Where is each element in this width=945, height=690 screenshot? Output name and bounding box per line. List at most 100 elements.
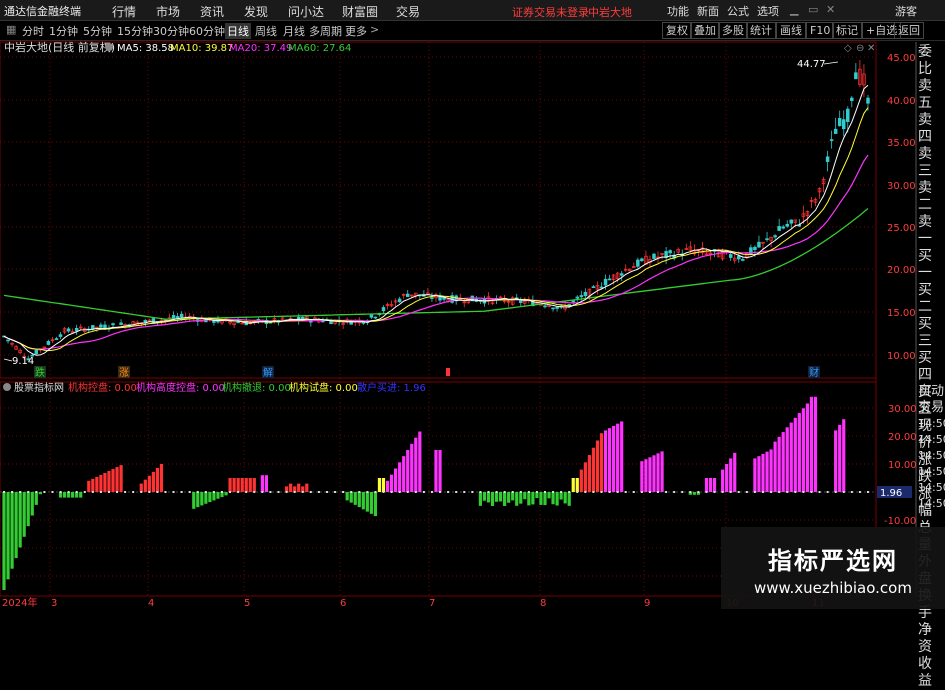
menu-trade[interactable]: 交易: [396, 3, 420, 20]
ma20-line: [3, 154, 869, 350]
candle-body: [640, 258, 644, 262]
sidebar-item[interactable]: 自动: [918, 384, 945, 400]
event-flag[interactable]: [446, 368, 450, 376]
indicator-bar: [345, 492, 349, 501]
settings-dot-icon[interactable]: [3, 383, 11, 391]
sidebar-item[interactable]: 买四: [918, 350, 945, 384]
menu-function[interactable]: 功能: [667, 3, 689, 19]
tab-daily[interactable]: 日线: [225, 23, 251, 39]
indicator-bar: [224, 492, 228, 496]
menu-wealth[interactable]: 财富圈: [342, 3, 378, 20]
close-panel-icon[interactable]: ✕: [867, 43, 875, 54]
indicator-bar: [410, 443, 414, 492]
menu-formula[interactable]: 公式: [727, 3, 749, 19]
sidebar-item[interactable]: 委比: [918, 44, 945, 78]
sidebar-item[interactable]: 买三: [918, 316, 945, 350]
sidebar-item[interactable]: 买二: [918, 282, 945, 316]
candle-body: [551, 307, 555, 310]
menu-discover[interactable]: 发现: [244, 3, 268, 20]
tab-intraday[interactable]: 分时: [20, 23, 46, 39]
candle-body: [143, 320, 148, 323]
tab-15min[interactable]: 15分钟: [115, 23, 155, 39]
stats-button[interactable]: 统计: [746, 22, 776, 39]
indicator-bar: [583, 462, 587, 492]
sidebar-item[interactable]: 买一: [918, 248, 945, 282]
sidebar-item[interactable]: 卖四: [918, 112, 945, 146]
price-tick: 15.00: [887, 308, 916, 319]
restore-icon[interactable]: ▭: [808, 3, 818, 16]
overlay-button[interactable]: 叠加: [690, 22, 720, 39]
indicator-bar: [652, 455, 656, 492]
sidebar-item[interactable]: 卖三: [918, 146, 945, 180]
indicator-bar: [648, 457, 652, 492]
kline-chart[interactable]: 中岩大地(日线 前复权) MA5: 38.58 MA10: 39.87 MA20…: [0, 40, 945, 609]
menu-news[interactable]: 资讯: [200, 3, 224, 20]
menu-layout[interactable]: 新面: [697, 3, 719, 19]
indicator-bar: [216, 492, 220, 499]
indicator-bar: [539, 492, 543, 505]
baseline-dot: [180, 491, 183, 493]
sidebar-item[interactable]: 卖一: [918, 214, 945, 248]
indicator-bar: [381, 478, 386, 492]
indicator-bar: [155, 467, 160, 492]
tab-multi-period[interactable]: 多周期: [307, 23, 344, 39]
indicator-bar: [765, 451, 769, 492]
minimize-icon[interactable]: ▁: [790, 3, 798, 16]
menu-options[interactable]: 选项: [757, 3, 779, 19]
baseline-dot: [148, 491, 151, 493]
grid-icon[interactable]: ▦: [4, 23, 18, 36]
baseline-dot: [172, 491, 175, 493]
candle-body: [579, 295, 584, 298]
diamond-icon[interactable]: ◇: [844, 43, 852, 54]
sidebar-item[interactable]: 卖五: [918, 78, 945, 112]
multi-stock-button[interactable]: 多股: [718, 22, 748, 39]
login-notice[interactable]: 证券交易未登录: [512, 4, 589, 20]
f10-button[interactable]: F10: [806, 22, 835, 39]
baseline-dot: [632, 491, 635, 493]
tick-time: 14:50: [918, 433, 945, 446]
baseline-dot: [342, 491, 345, 493]
zoom-out-icon[interactable]: ⊖: [856, 43, 864, 54]
menu-quotes[interactable]: 行情: [112, 3, 136, 20]
tab-5min[interactable]: 5分钟: [81, 23, 114, 39]
watermark: 指标严选网 www.xuezhibiao.com: [721, 527, 945, 609]
indicator-bar: [196, 492, 200, 508]
candle-body: [571, 300, 575, 303]
tab-1min[interactable]: 1分钟: [47, 23, 80, 39]
candle-body: [789, 219, 794, 224]
guest-label[interactable]: 游客: [895, 3, 917, 19]
tab-weekly[interactable]: 周线: [253, 23, 279, 39]
indicator-bar: [797, 413, 801, 492]
tick-time: 14:50: [918, 481, 945, 494]
menu-ask[interactable]: 问小达: [288, 3, 324, 20]
tab-30min[interactable]: 30分钟: [151, 23, 191, 39]
baseline-dot: [657, 491, 660, 493]
indicator-bar: [595, 440, 600, 492]
indicator-bar: [26, 492, 30, 527]
baseline-dot: [624, 491, 627, 493]
sidebar-item[interactable]: 交易: [918, 400, 945, 416]
indicator-bar: [834, 430, 838, 492]
indicator-bar: [208, 492, 212, 503]
menu-market[interactable]: 市场: [156, 3, 180, 20]
price-axis: 45.00 40.00 35.00 30.00 25.00 20.00 15.0…: [887, 53, 916, 362]
adjust-button[interactable]: 复权: [662, 22, 692, 39]
tab-monthly[interactable]: 月线: [281, 23, 307, 39]
draw-button[interactable]: 画线: [776, 22, 806, 39]
sidebar-item[interactable]: 卖二: [918, 180, 945, 214]
mark-button[interactable]: 标记: [832, 22, 862, 39]
close-icon[interactable]: ✕: [826, 3, 835, 16]
event-marker-text: 涨: [119, 367, 129, 379]
baseline-dot: [245, 491, 248, 493]
more-chevron-icon[interactable]: >: [368, 23, 381, 36]
tab-more[interactable]: 更多: [343, 23, 369, 39]
indicator-bar: [801, 408, 805, 492]
indicator-bar: [599, 433, 604, 492]
tab-60min[interactable]: 60分钟: [187, 23, 227, 39]
candle-body: [99, 324, 103, 328]
indicator-bar: [805, 403, 810, 492]
sidebar-item[interactable]: 收益: [918, 656, 945, 690]
back-button[interactable]: 返回: [894, 22, 924, 39]
settings-dot-icon[interactable]: [105, 43, 113, 51]
sidebar-item[interactable]: 净资: [918, 622, 945, 656]
